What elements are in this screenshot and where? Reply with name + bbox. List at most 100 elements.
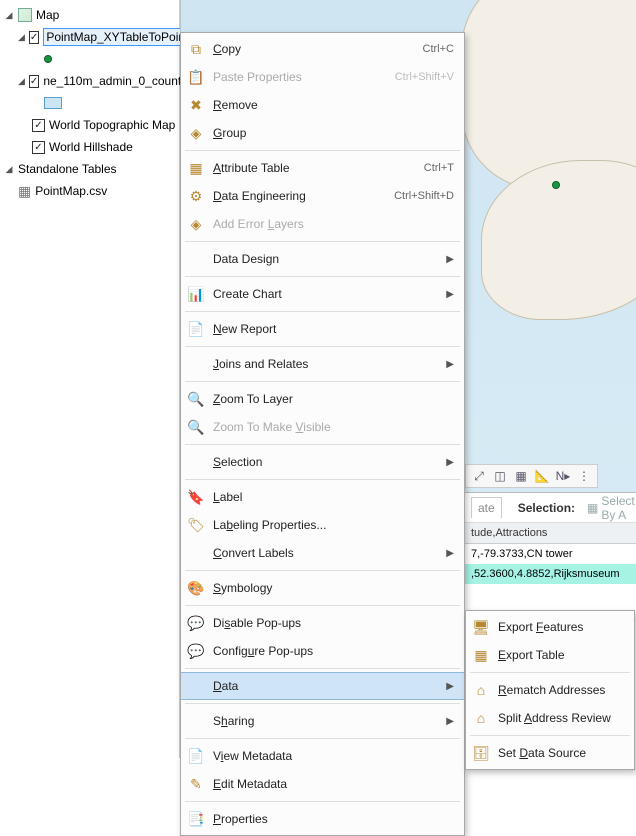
error-layers-icon: ◈ — [187, 215, 205, 233]
menu-separator — [185, 150, 460, 151]
menu-properties[interactable]: 📑PropertiesProperties — [181, 805, 464, 833]
collapse-icon[interactable]: ◢ — [4, 10, 14, 20]
layout-icon[interactable]: ◫ — [491, 467, 509, 485]
popup-config-icon: 💬 — [187, 642, 205, 660]
layer-countries[interactable]: ◢ ✓ ne_110m_admin_0_countries — [0, 70, 179, 92]
table-row[interactable]: ,52.3600,4.8852,Rijksmuseum — [465, 564, 636, 584]
selection-label: Selection: — [518, 501, 575, 515]
data-submenu: 🖥Export FeaturesExport Features ▦Export … — [465, 610, 635, 770]
menu-add-error-layers: ◈Add Error LayersAdd Error Layers — [181, 210, 464, 238]
menu-new-report[interactable]: 📄New ReportNew Report — [181, 315, 464, 343]
visibility-checkbox[interactable]: ✓ — [32, 119, 45, 132]
menu-convert-labels[interactable]: Convert Labels▶Convert Labels — [181, 539, 464, 567]
zoom-visible-icon: 🔍 — [187, 418, 205, 436]
menu-edit-metadata[interactable]: ✎Edit MetadataEdit Metadata — [181, 770, 464, 798]
blank-icon — [187, 355, 205, 373]
menu-attribute-table[interactable]: ▦Attribute TableCtrl+TAttribute Table — [181, 154, 464, 182]
zoom-icon: 🔍 — [187, 390, 205, 408]
blank-icon — [187, 250, 205, 268]
menu-selection[interactable]: Selection▶Selection — [181, 448, 464, 476]
map-feature-point[interactable] — [552, 181, 560, 189]
layer-hillshade[interactable]: ✓ World Hillshade — [0, 136, 179, 158]
data-engineering-icon: ⚙ — [187, 187, 205, 205]
table-row[interactable]: 7,-79.3733,CN tower — [465, 544, 636, 564]
submenu-export-features[interactable]: 🖥Export FeaturesExport Features — [466, 613, 634, 641]
visibility-checkbox[interactable]: ✓ — [29, 31, 39, 44]
menu-data-design[interactable]: Data Design▶Data Design — [181, 245, 464, 273]
submenu-arrow-icon: ▶ — [444, 548, 454, 559]
table-toolbar: ate Selection: ▦Select By A — [465, 493, 636, 523]
blank-icon — [187, 453, 205, 471]
submenu-arrow-icon: ▶ — [444, 716, 454, 727]
layer-symbol — [0, 92, 179, 114]
submenu-set-data-source[interactable]: 🗄Set Data SourceSet Data Source — [466, 739, 634, 767]
menu-paste-properties: 📋Paste PropertiesCtrl+Shift+V — [181, 63, 464, 91]
menu-configure-popups[interactable]: 💬Configure Pop-upsConfigure Pop-ups — [181, 637, 464, 665]
copy-icon: ⧉ — [187, 40, 205, 58]
menu-zoom-to-layer[interactable]: 🔍Zoom To LayerZoom To Layer — [181, 385, 464, 413]
menu-joins-relates[interactable]: Joins and Relates▶Joins and Relates — [181, 350, 464, 378]
layer-pointmap[interactable]: ◢ ✓ PointMap_XYTableToPoint — [0, 26, 179, 48]
rematch-icon: ⌂ — [472, 681, 490, 699]
label-props-icon: 🏷 — [187, 516, 205, 534]
menu-data[interactable]: Data▶Data — [181, 672, 464, 700]
submenu-rematch-addresses[interactable]: ⌂Rematch AddressesRematch Addresses — [466, 676, 634, 704]
menu-label[interactable]: 🔖LabelLabel — [181, 483, 464, 511]
paste-icon: 📋 — [187, 68, 205, 86]
map-label: Map — [36, 8, 59, 22]
menu-labeling-properties[interactable]: 🏷Labeling Properties...Labeling Properti… — [181, 511, 464, 539]
remove-icon: ✖ — [187, 96, 205, 114]
menu-copy[interactable]: ⧉CCopyopyCtrl+C — [181, 35, 464, 63]
menu-separator — [185, 801, 460, 802]
submenu-export-table[interactable]: ▦Export TableExport Table — [466, 641, 634, 669]
visibility-checkbox[interactable]: ✓ — [32, 141, 45, 154]
table-label: PointMap.csv — [35, 184, 107, 198]
blank-icon — [187, 712, 205, 730]
menu-separator — [185, 381, 460, 382]
visibility-checkbox[interactable]: ✓ — [29, 75, 39, 88]
chart-icon: 📊 — [187, 285, 205, 303]
polygon-symbol-icon — [44, 97, 62, 109]
collapse-icon[interactable]: ◢ — [18, 32, 25, 42]
blank-icon — [187, 677, 205, 695]
report-icon: 📄 — [187, 320, 205, 338]
properties-icon: 📑 — [187, 810, 205, 828]
menu-sharing[interactable]: Sharing▶Sharing — [181, 707, 464, 735]
select-icon: ▦ — [587, 501, 598, 515]
menu-data-engineering[interactable]: ⚙Data EngineeringCtrl+Shift+DData Engine… — [181, 182, 464, 210]
menu-separator — [185, 668, 460, 669]
measure-icon[interactable]: 📐 — [533, 467, 551, 485]
map-node[interactable]: ◢ Map — [0, 4, 179, 26]
explore-tool-icon[interactable]: ⤢ — [470, 467, 488, 485]
select-by-attributes-button[interactable]: ▦Select By A — [587, 494, 635, 522]
menu-symbology[interactable]: 🎨SymbologySymbology — [181, 574, 464, 602]
grid-icon[interactable]: ▦ — [512, 467, 530, 485]
layer-label: World Topographic Map — [49, 118, 175, 132]
north-arrow-icon[interactable]: N▸ — [554, 467, 572, 485]
tab-fragment[interactable]: ate — [471, 497, 502, 518]
menu-separator — [185, 276, 460, 277]
layer-topographic[interactable]: ✓ World Topographic Map — [0, 114, 179, 136]
menu-remove[interactable]: ✖RemoveRemove — [181, 91, 464, 119]
menu-separator — [470, 672, 630, 673]
menu-separator — [185, 444, 460, 445]
menu-create-chart[interactable]: 📊Create Chart▶ — [181, 280, 464, 308]
split-review-icon: ⌂ — [472, 709, 490, 727]
menu-separator — [185, 605, 460, 606]
metadata-view-icon: 📄 — [187, 747, 205, 765]
menu-separator — [185, 703, 460, 704]
table-column-header[interactable]: tude,Attractions — [465, 523, 636, 544]
collapse-icon[interactable]: ◢ — [4, 164, 14, 174]
menu-group[interactable]: ◈GroupGroup — [181, 119, 464, 147]
export-table-icon: ▦ — [472, 646, 490, 664]
submenu-arrow-icon: ▶ — [444, 457, 454, 468]
standalone-tables-node[interactable]: ◢ Standalone Tables — [0, 158, 179, 180]
menu-view-metadata[interactable]: 📄View MetadataView Metadata — [181, 742, 464, 770]
menu-disable-popups[interactable]: 💬Disable Pop-upsDisable Pop-ups — [181, 609, 464, 637]
table-pointmap-csv[interactable]: PointMap.csv — [0, 180, 179, 202]
collapse-icon[interactable]: ◢ — [18, 76, 25, 86]
submenu-split-address-review[interactable]: ⌂Split Address ReviewSplit Address Revie… — [466, 704, 634, 732]
layer-label: World Hillshade — [49, 140, 133, 154]
menu-separator — [185, 311, 460, 312]
snapping-icon[interactable]: ⋮ — [575, 467, 593, 485]
